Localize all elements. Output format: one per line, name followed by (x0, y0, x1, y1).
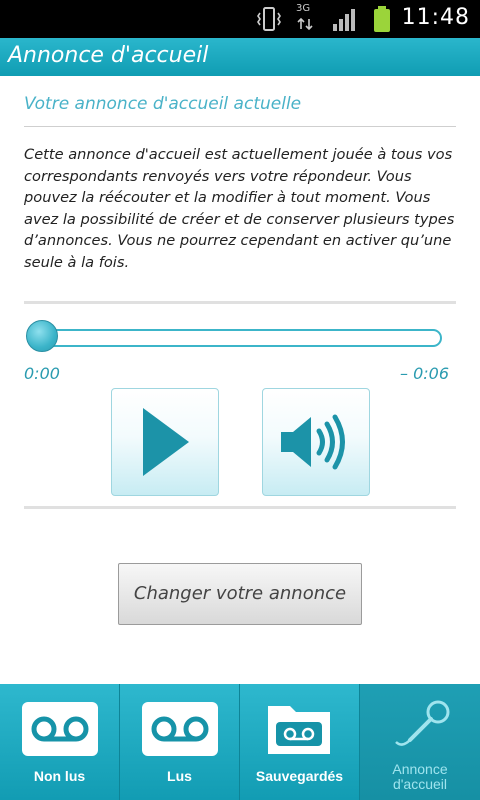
network-3g-label: 3G (296, 3, 311, 14)
network-3g-icon (297, 17, 313, 31)
saved-folder-icon (264, 698, 334, 758)
tab-non-lus[interactable]: Non lus (0, 684, 120, 800)
tab-label: Annonce d'accueil (392, 761, 448, 792)
signal-icon (333, 9, 355, 31)
bottom-tab-bar: Non lus Lus Sauvegardés Annonce d'accuei… (0, 684, 480, 800)
play-button[interactable] (111, 388, 219, 496)
play-icon (143, 408, 189, 476)
tab-label: Lus (167, 768, 192, 784)
elapsed-time: 0:00 (24, 364, 60, 383)
title-bar: Annonce d'accueil (0, 38, 480, 76)
tab-sauvegardes[interactable]: Sauvegardés (240, 684, 360, 800)
tab-annonce-accueil[interactable]: Annonce d'accueil (360, 684, 480, 800)
change-greeting-button[interactable]: Changer votre annonce (118, 563, 362, 625)
page-title: Annonce d'accueil (8, 43, 209, 68)
remaining-time: – 0:06 (400, 364, 450, 383)
speaker-volume-icon (281, 414, 345, 470)
tab-label: Non lus (33, 768, 86, 784)
battery-icon (374, 6, 390, 32)
vibrate-icon (257, 7, 281, 31)
clock: 11:48 (401, 5, 470, 30)
section-title: Votre annonce d'accueil actuelle (24, 94, 302, 114)
section-divider (24, 126, 456, 127)
voicemail-icon (22, 702, 98, 756)
playback-progress-track[interactable] (36, 329, 442, 347)
tab-lus[interactable]: Lus (120, 684, 240, 800)
player-bottom-divider (24, 506, 456, 509)
tab-label: Sauvegardés (255, 768, 344, 784)
microphone-icon (388, 698, 452, 754)
volume-button[interactable] (262, 388, 370, 496)
greeting-description: Cette annonce d'accueil est actuellement… (24, 146, 455, 271)
voicemail-icon (142, 702, 218, 756)
playback-progress-thumb[interactable] (26, 320, 58, 352)
player-top-divider (24, 301, 456, 304)
status-bar: 3G 11:48 (0, 0, 480, 38)
